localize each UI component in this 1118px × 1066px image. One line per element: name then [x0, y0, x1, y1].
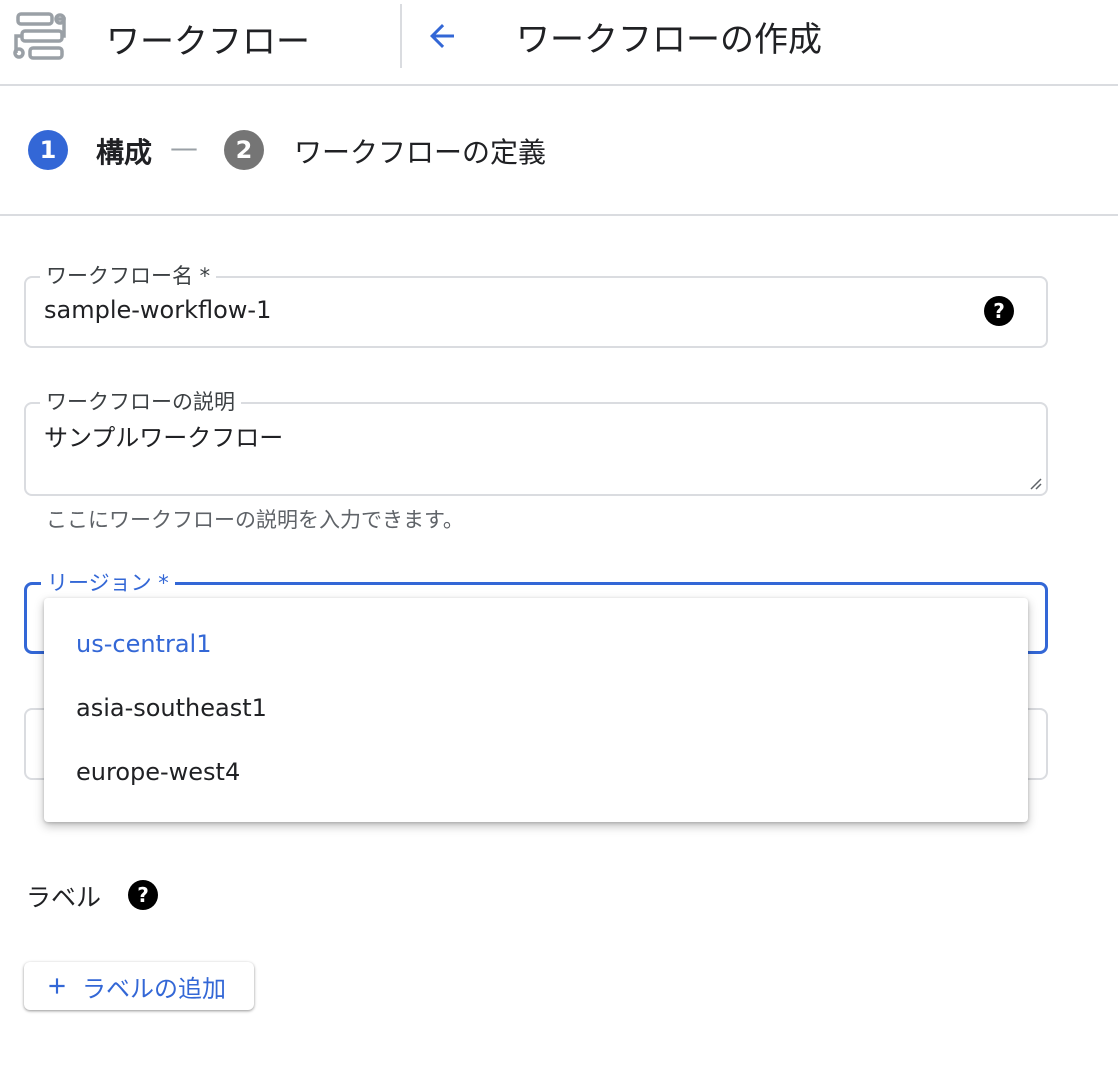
- workflow-description-label: ワークフローの説明: [40, 389, 241, 415]
- back-button[interactable]: [418, 14, 466, 58]
- product-title: ワークフロー: [106, 22, 310, 62]
- add-label-button[interactable]: ラベルの追加: [24, 962, 254, 1010]
- help-icon[interactable]: ?: [984, 296, 1014, 326]
- region-label: リージョン *: [41, 570, 175, 596]
- help-icon[interactable]: ?: [128, 880, 158, 910]
- top-bar: ワークフロー ワークフローの作成: [0, 0, 1118, 86]
- arrow-back-icon: [430, 24, 454, 48]
- region-option-europe-west4[interactable]: europe-west4: [44, 740, 1028, 804]
- workflow-description-field[interactable]: ワークフローの説明 サンプルワークフロー: [24, 389, 1048, 496]
- create-workflow-page: ワークフロー ワークフローの作成 1 構成 — 2 ワークフローの定義 ワークフ…: [0, 0, 1118, 1066]
- page-title: ワークフローの作成: [516, 20, 822, 60]
- plus-icon: [49, 978, 65, 994]
- region-option-asia-southeast1[interactable]: asia-southeast1: [44, 676, 1028, 740]
- step-separator: —: [170, 131, 198, 164]
- topbar-divider: [400, 4, 402, 68]
- resize-handle-icon[interactable]: [1026, 474, 1042, 490]
- region-option-us-central1[interactable]: us-central1: [44, 612, 1028, 676]
- description-hint: ここにワークフローの説明を入力できます。: [46, 508, 464, 532]
- workflow-name-input[interactable]: sample-workflow-1: [44, 296, 271, 324]
- workflow-description-input[interactable]: サンプルワークフロー: [44, 418, 283, 453]
- stepper: 1 構成 — 2 ワークフローの定義: [0, 86, 1118, 216]
- step-2-number: 2: [224, 130, 264, 170]
- step-2-label[interactable]: ワークフローの定義: [294, 131, 546, 171]
- step-1-label[interactable]: 構成: [96, 131, 152, 171]
- region-dropdown-menu: us-central1 asia-southeast1 europe-west4: [44, 598, 1028, 822]
- workflow-name-field[interactable]: ワークフロー名 * sample-workflow-1 ?: [24, 263, 1048, 348]
- labels-heading: ラベル: [26, 883, 102, 912]
- add-label-text: ラベルの追加: [82, 974, 226, 1003]
- step-1-number: 1: [28, 130, 68, 170]
- workflows-icon: [13, 12, 66, 60]
- workflow-name-label: ワークフロー名 *: [40, 263, 217, 289]
